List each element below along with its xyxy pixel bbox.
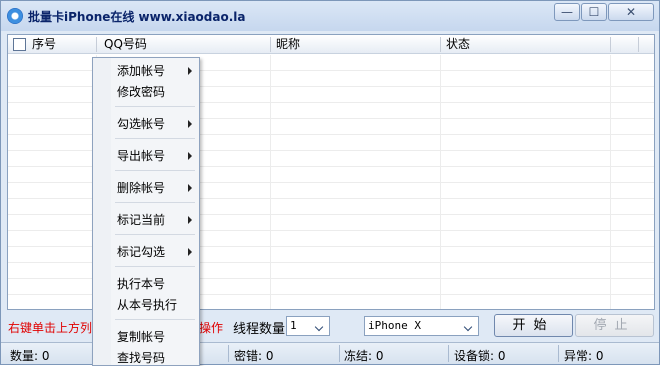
device-model-select[interactable]: iPhone X [364,316,479,336]
menu-item-label: 导出帐号 [117,149,166,163]
submenu-arrow-icon [188,67,192,75]
close-button[interactable]: ✕ [608,3,654,21]
column-header-index[interactable]: 序号 [28,35,56,54]
menu-separator [115,170,195,171]
submenu-arrow-icon [188,248,192,256]
menu-item-label: 查找号码 [117,351,166,365]
menu-item-label: 删除帐号 [117,181,166,195]
menu-separator [115,202,195,203]
status-password-error: 密错: 0 [234,349,274,363]
column-divider[interactable] [638,37,639,52]
menu-item-label: 添加帐号 [117,64,166,78]
menu-item-copy-account[interactable]: 复制帐号 [93,327,199,347]
column-header-nickname[interactable]: 昵称 [272,35,300,54]
submenu-arrow-icon [188,216,192,224]
column-divider[interactable] [610,37,611,52]
status-device-lock: 设备锁: 0 [454,349,506,363]
submenu-arrow-icon [188,120,192,128]
column-header-qq[interactable]: QQ号码 [100,35,147,54]
menu-separator [115,319,195,320]
chevron-down-icon [463,320,475,332]
start-button[interactable]: 开始 [494,314,573,337]
context-menu: 添加帐号 修改密码 勾选帐号 导出帐号 删除帐号 标记当前 标记勾选 执行本号 … [92,57,200,366]
device-model-value: iPhone X [368,319,421,332]
app-window: 批量卡iPhone在线 www.xiaodao.la — ☐ ✕ 序号 QQ号码… [0,0,660,366]
maximize-button[interactable]: ☐ [581,3,607,21]
submenu-arrow-icon [188,184,192,192]
menu-item-label: 标记当前 [117,213,166,227]
menu-item-label: 勾选帐号 [117,117,166,131]
column-divider[interactable] [440,37,441,52]
window-controls: — ☐ ✕ [553,3,654,21]
stop-button[interactable]: 停止 [575,314,654,337]
list-header: 序号 QQ号码 昵称 状态 [8,35,654,54]
menu-separator [115,234,195,235]
hint-text: 右键单击上方列 [8,321,93,335]
window-title: 批量卡iPhone在线 www.xiaodao.la [28,10,246,24]
app-logo-icon [7,8,23,24]
menu-item-export-accounts[interactable]: 导出帐号 [93,146,199,166]
menu-item-label: 修改密码 [117,85,166,99]
thread-count-select[interactable]: 1 [286,316,330,336]
minimize-icon: — [561,5,573,19]
menu-separator [115,138,195,139]
thread-count-value: 1 [290,319,297,332]
column-divider[interactable] [96,37,97,52]
menu-item-find-number[interactable]: 查找号码 [93,348,199,365]
status-divider [339,345,340,362]
chevron-down-icon [314,320,326,332]
menu-item-delete-accounts[interactable]: 删除帐号 [93,178,199,198]
hint-text-tail: 操作 [199,321,224,335]
menu-item-label: 复制帐号 [117,330,166,344]
status-count: 数量: 0 [10,349,50,363]
menu-separator [115,106,195,107]
menu-item-mark-current[interactable]: 标记当前 [93,210,199,230]
column-divider[interactable] [270,37,271,52]
menu-separator [115,266,195,267]
status-frozen: 冻结: 0 [344,349,384,363]
maximize-icon: ☐ [588,5,600,19]
menu-item-check-accounts[interactable]: 勾选帐号 [93,114,199,134]
menu-item-mark-checked[interactable]: 标记勾选 [93,242,199,262]
select-all-checkbox[interactable] [13,38,26,51]
menu-item-run-this-account[interactable]: 执行本号 [93,274,199,294]
submenu-arrow-icon [188,152,192,160]
menu-item-add-account[interactable]: 添加帐号 [93,61,199,81]
menu-item-run-from-this-account[interactable]: 从本号执行 [93,295,199,315]
status-divider [558,345,559,362]
menu-item-change-password[interactable]: 修改密码 [93,82,199,102]
title-bar[interactable]: 批量卡iPhone在线 www.xiaodao.la — ☐ ✕ [1,1,659,31]
minimize-button[interactable]: — [554,3,580,21]
menu-item-label: 标记勾选 [117,245,166,259]
status-abnormal: 异常: 0 [564,349,604,363]
status-divider [448,345,449,362]
menu-item-label: 执行本号 [117,277,166,291]
thread-count-label: 线程数量 [233,322,286,337]
menu-item-label: 从本号执行 [117,298,178,312]
column-header-status[interactable]: 状态 [442,35,470,54]
status-divider [228,345,229,362]
close-icon: ✕ [625,5,637,19]
